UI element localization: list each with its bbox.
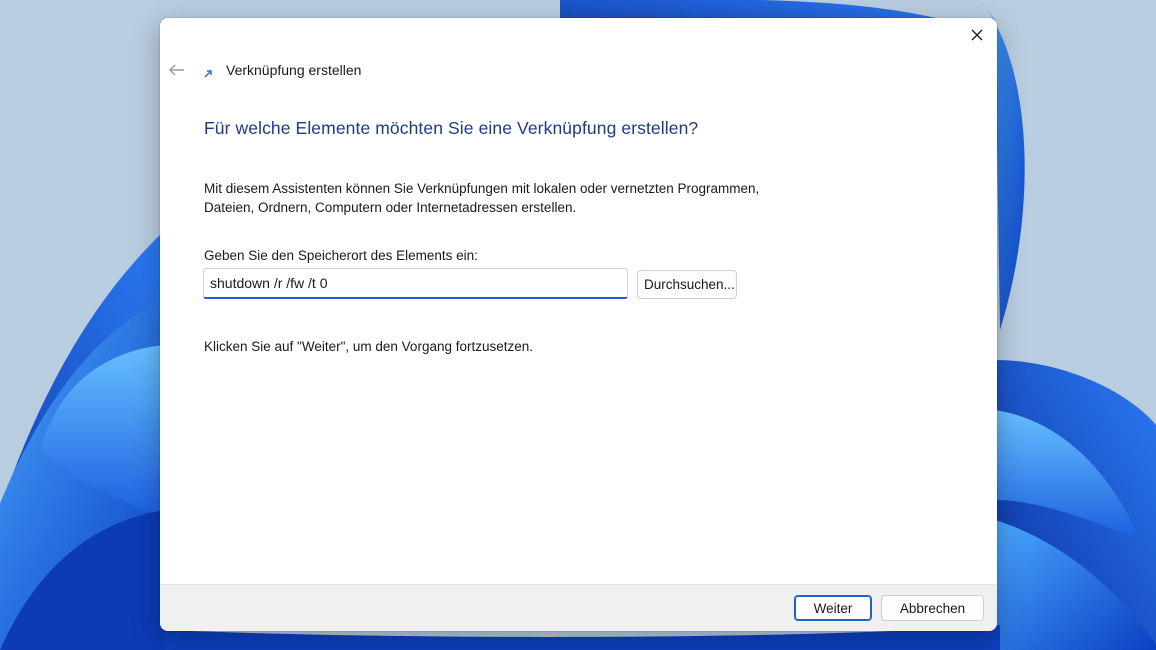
create-shortcut-dialog: Verknüpfung erstellen Für welche Element… bbox=[160, 18, 997, 631]
dialog-footer: Weiter Abbrechen bbox=[160, 584, 997, 631]
shortcut-wizard-icon bbox=[202, 67, 214, 79]
location-label: Geben Sie den Speicherort des Elements e… bbox=[204, 248, 478, 263]
instruction-text: Klicken Sie auf "Weiter", um den Vorgang… bbox=[204, 339, 534, 354]
back-button[interactable] bbox=[167, 60, 187, 80]
next-button[interactable]: Weiter bbox=[794, 595, 872, 621]
location-input[interactable] bbox=[203, 268, 628, 299]
browse-button[interactable]: Durchsuchen... bbox=[637, 270, 737, 299]
close-icon bbox=[971, 29, 983, 41]
wizard-title: Verknüpfung erstellen bbox=[226, 62, 362, 78]
page-heading: Für welche Elemente möchten Sie eine Ver… bbox=[204, 118, 699, 138]
cancel-button[interactable]: Abbrechen bbox=[881, 595, 984, 621]
arrow-left-icon bbox=[169, 64, 184, 76]
close-button[interactable] bbox=[965, 23, 989, 47]
wizard-description: Mit diesem Assistenten können Sie Verknü… bbox=[204, 181, 760, 215]
